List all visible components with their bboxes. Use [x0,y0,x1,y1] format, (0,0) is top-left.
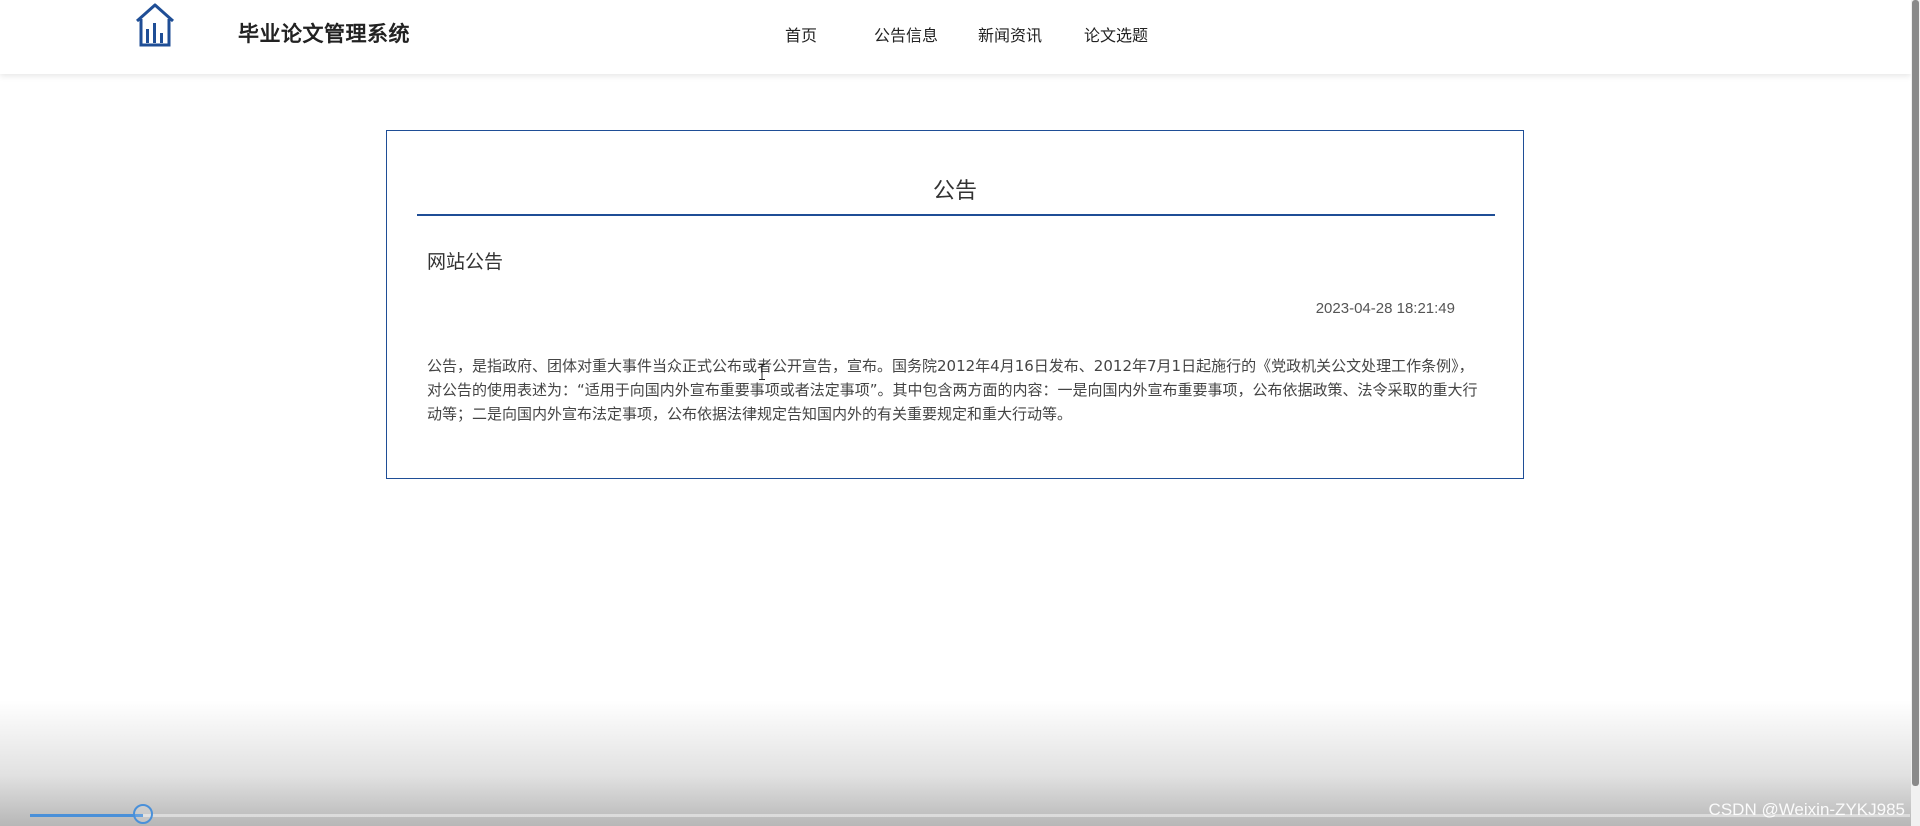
page: 毕业论文管理系统 首页 公告信息 新闻资讯 论文选题 公告 网站公告 2023-… [0,0,1920,826]
progress-knob[interactable] [133,804,153,824]
nav-home[interactable]: 首页 [785,22,817,46]
notice-timestamp: 2023-04-28 18:21:49 [1315,300,1455,317]
video-progress-bar[interactable] [30,804,1910,824]
heading-divider [417,214,1495,216]
nav-thesis-topics[interactable]: 论文选题 [1084,22,1148,46]
scrollbar-thumb[interactable] [1912,0,1919,786]
nav-news[interactable]: 新闻资讯 [978,22,1042,46]
notice-card: 公告 网站公告 2023-04-28 18:21:49 公告，是指政府、团体对重… [386,130,1524,479]
house-chart-icon[interactable] [134,3,176,47]
vertical-scrollbar[interactable] [1911,0,1920,826]
watermark: CSDN @Weixin-ZYKJ985 [1708,800,1905,819]
notice-title: 网站公告 [427,251,504,273]
card-heading: 公告 [932,179,977,204]
progress-fill [30,814,143,817]
nav-announcements[interactable]: 公告信息 [874,22,938,46]
video-controls-overlay [0,700,1920,826]
site-title: 毕业论文管理系统 [238,22,410,46]
top-header: 毕业论文管理系统 首页 公告信息 新闻资讯 论文选题 [0,0,1911,74]
notice-body: 公告，是指政府、团体对重大事件当众正式公布或者公开宣告，宣布。国务院2012年4… [427,357,1478,423]
